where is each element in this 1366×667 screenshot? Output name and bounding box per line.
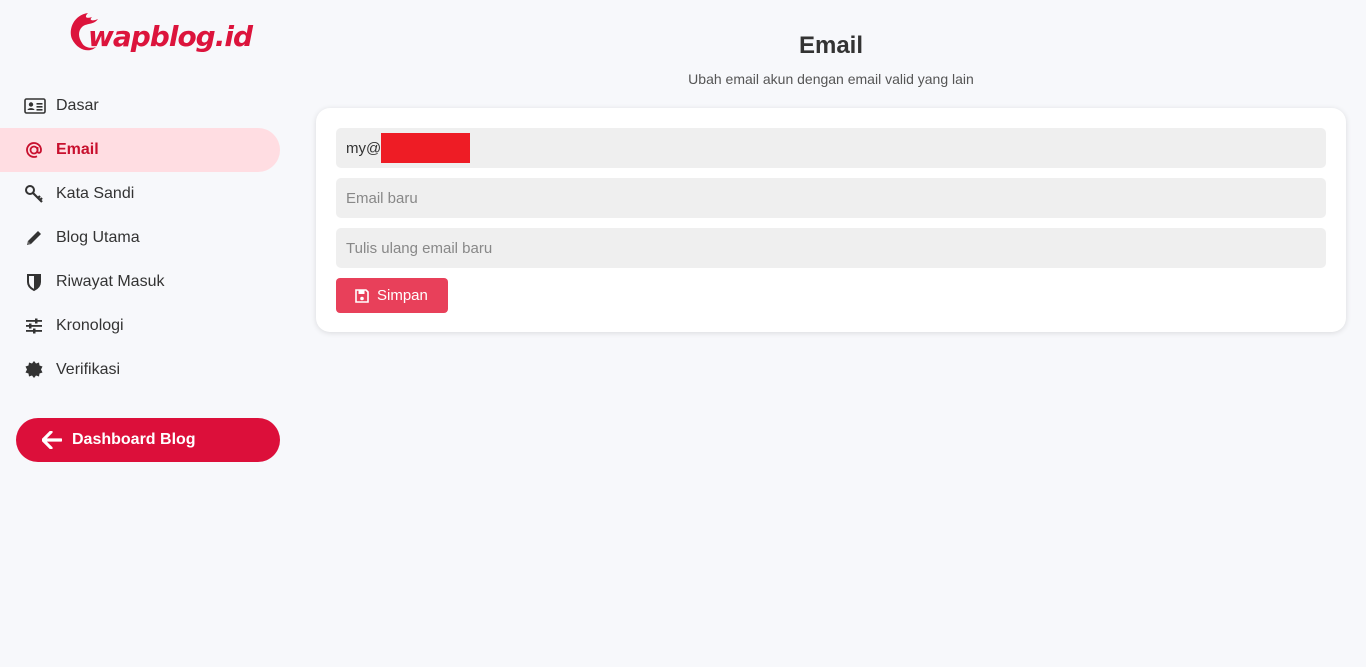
sidebar-item-blog-utama[interactable]: Blog Utama — [0, 216, 280, 260]
key-icon — [24, 184, 48, 204]
sidebar-item-label: Kata Sandi — [56, 185, 135, 202]
new-email-input[interactable] — [336, 178, 1326, 218]
badge-icon — [24, 360, 48, 380]
page-subtitle: Ubah email akun dengan email valid yang … — [688, 71, 974, 87]
sidebar-item-label: Verifikasi — [56, 361, 121, 378]
sidebar-item-label: Kronologi — [56, 317, 124, 334]
repeat-email-input[interactable] — [336, 228, 1326, 268]
current-email-field: my@ — [336, 128, 1326, 168]
shield-icon — [24, 272, 48, 292]
sidebar-item-label: Riwayat Masuk — [56, 273, 165, 290]
save-label: Simpan — [377, 287, 428, 304]
arrow-left-icon — [42, 431, 62, 449]
sidebar-item-label: Email — [56, 141, 99, 158]
sidebar-item-riwayat-masuk[interactable]: Riwayat Masuk — [0, 260, 280, 304]
sidebar-item-label: Blog Utama — [56, 229, 140, 246]
sidebar-item-kronologi[interactable]: Kronologi — [0, 304, 280, 348]
current-email-prefix: my@ — [346, 139, 382, 157]
at-icon — [24, 140, 48, 160]
sidebar-nav: Dasar Email Kata Sandi Blog Utama Riwaya… — [0, 84, 280, 392]
sidebar: wapblog.id Dasar Email Kata Sandi Blog U… — [0, 0, 296, 667]
sidebar-item-email[interactable]: Email — [0, 128, 280, 172]
redacted-block — [381, 133, 471, 163]
logo-text: wapblog.id — [88, 20, 253, 53]
sliders-icon — [24, 316, 48, 336]
sidebar-item-verifikasi[interactable]: Verifikasi — [0, 348, 280, 392]
dashboard-blog-label: Dashboard Blog — [72, 431, 196, 448]
page-title: Email — [798, 32, 864, 59]
save-button[interactable]: Simpan — [336, 278, 448, 313]
floppy-disk-icon — [355, 288, 369, 303]
id-card-icon — [24, 96, 48, 116]
dashboard-blog-button[interactable]: Dashboard Blog — [16, 418, 280, 462]
sidebar-item-kata-sandi[interactable]: Kata Sandi — [0, 172, 280, 216]
pencil-icon — [24, 228, 48, 248]
sidebar-item-dasar[interactable]: Dasar — [0, 84, 280, 128]
sidebar-item-label: Dasar — [56, 97, 99, 114]
email-form-card: my@ Simpan — [316, 108, 1346, 332]
logo[interactable]: wapblog.id — [66, 8, 253, 58]
